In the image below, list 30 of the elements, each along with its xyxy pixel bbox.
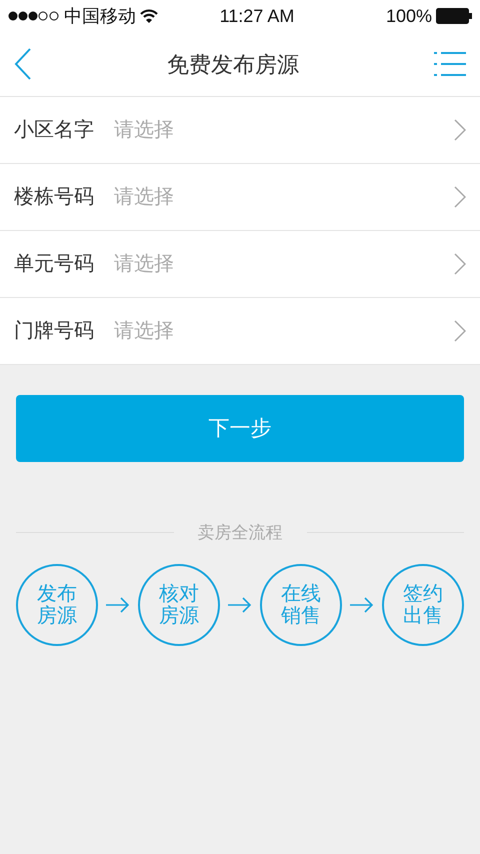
clock-time: 11:27 AM	[220, 4, 294, 28]
select-field[interactable]: 请选择	[112, 248, 454, 280]
field-label: 楼栋号码	[14, 185, 95, 210]
back-icon[interactable]	[14, 48, 32, 80]
chevron-right-icon	[454, 119, 466, 141]
arrow-right-icon	[106, 596, 130, 612]
next-step-button[interactable]: 下一步	[16, 395, 464, 462]
field-label: 单元号码	[14, 252, 95, 277]
process-step: 发布房源	[16, 564, 98, 646]
field-label: 门牌号码	[14, 319, 95, 344]
select-field[interactable]: 请选择	[112, 181, 454, 213]
battery-percent: 100%	[386, 4, 432, 28]
arrow-right-icon	[350, 596, 374, 612]
battery-icon	[436, 8, 472, 24]
field-label: 小区名字	[14, 118, 95, 143]
process-title: 卖房全流程	[198, 522, 282, 544]
menu-icon[interactable]	[434, 51, 466, 77]
chevron-right-icon	[454, 186, 466, 208]
chevron-right-icon	[454, 253, 466, 275]
wifi-icon	[140, 9, 158, 23]
process-step: 签约出售	[382, 564, 464, 646]
process-step: 核对房源	[138, 564, 220, 646]
select-field[interactable]: 请选择	[112, 114, 454, 146]
signal-icon	[8, 11, 60, 21]
process-step: 在线销售	[260, 564, 342, 646]
page-title: 免费发布房源	[167, 50, 299, 78]
arrow-right-icon	[228, 596, 252, 612]
select-field[interactable]: 请选择	[112, 315, 454, 347]
carrier-name: 中国移动	[64, 4, 136, 28]
chevron-right-icon	[454, 320, 466, 342]
